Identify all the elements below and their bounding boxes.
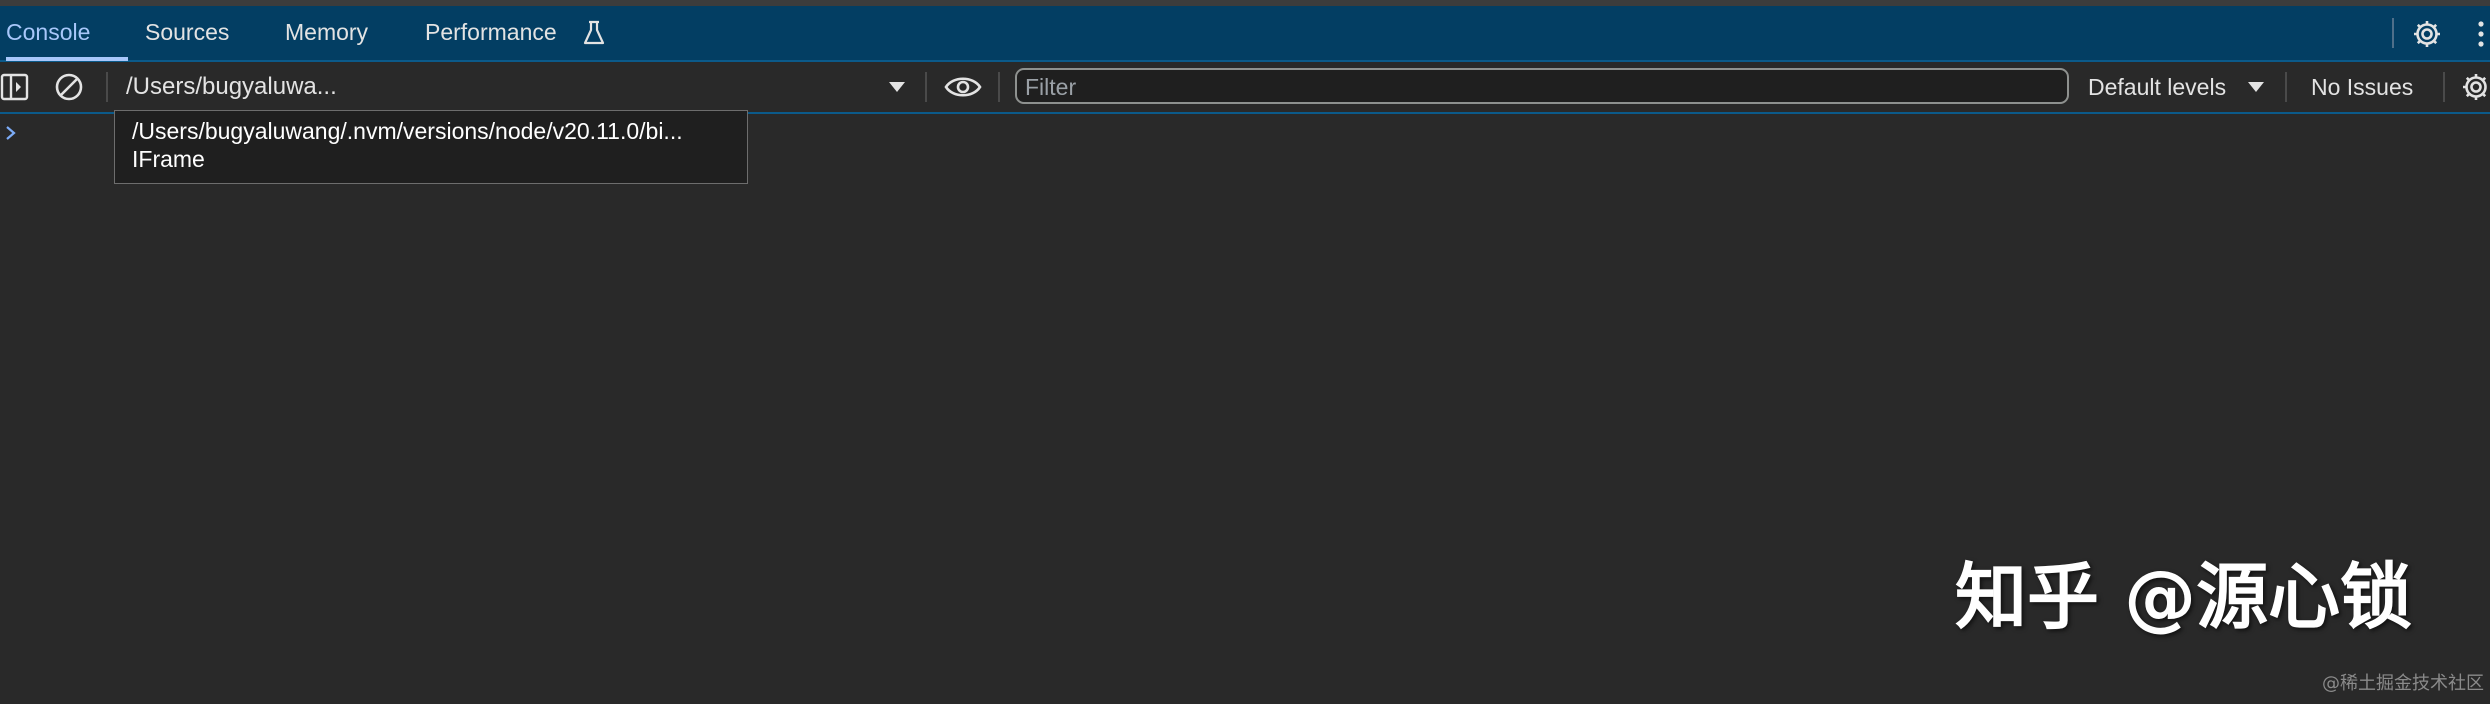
tab-performance[interactable]: Performance bbox=[425, 6, 605, 60]
toolbar-divider bbox=[106, 72, 108, 102]
issues-counter[interactable]: No Issues bbox=[2311, 62, 2413, 112]
kebab-menu-icon[interactable] bbox=[2476, 18, 2486, 50]
zhihu-watermark: 知乎 @源心锁 bbox=[1955, 555, 2413, 639]
console-toolbar: /Users/bugyaluwa... Default levels No Is… bbox=[0, 62, 2490, 114]
dropdown-arrow-icon bbox=[889, 82, 905, 92]
gear-icon[interactable] bbox=[2411, 18, 2443, 50]
issues-counter-label: No Issues bbox=[2311, 74, 2414, 100]
prompt-chevron-icon bbox=[6, 126, 16, 140]
clear-console-icon[interactable] bbox=[53, 71, 85, 103]
filter-input[interactable] bbox=[1023, 70, 2057, 104]
tab-console[interactable]: Console bbox=[6, 6, 128, 61]
context-tooltip: /Users/bugyaluwang/.nvm/versions/node/v2… bbox=[114, 110, 748, 184]
tab-console-label: Console bbox=[6, 19, 91, 45]
levels-dropdown-arrow-icon bbox=[2248, 82, 2264, 92]
flask-icon bbox=[583, 20, 605, 45]
toolbar-divider bbox=[2285, 72, 2287, 102]
tab-performance-label: Performance bbox=[425, 19, 557, 45]
tab-sources-label: Sources bbox=[145, 19, 230, 45]
devtools-tabbar: Console Sources Memory Performance bbox=[0, 6, 2490, 62]
log-levels-dropdown[interactable]: Default levels bbox=[2088, 62, 2226, 112]
tab-memory[interactable]: Memory bbox=[285, 6, 368, 60]
tooltip-path: /Users/bugyaluwang/.nvm/versions/node/v2… bbox=[132, 118, 683, 144]
context-selector-label: /Users/bugyaluwa... bbox=[126, 73, 337, 100]
tab-sources[interactable]: Sources bbox=[145, 6, 229, 60]
log-levels-label: Default levels bbox=[2088, 74, 2227, 100]
toolbar-divider bbox=[998, 72, 1000, 102]
console-settings-gear-icon[interactable] bbox=[2460, 71, 2490, 103]
tooltip-type: IFrame bbox=[132, 146, 205, 172]
tab-memory-label: Memory bbox=[285, 19, 369, 45]
source-watermark: @稀土掘金技术社区 bbox=[2322, 673, 2484, 694]
toolbar-divider bbox=[925, 72, 927, 102]
active-tab-indicator bbox=[6, 57, 128, 61]
tabbar-divider bbox=[2392, 18, 2394, 48]
filter-box bbox=[1015, 68, 2069, 104]
live-expression-eye-icon[interactable] bbox=[944, 73, 982, 101]
toolbar-divider bbox=[2443, 72, 2445, 102]
sidebar-toggle-icon[interactable] bbox=[0, 72, 30, 102]
